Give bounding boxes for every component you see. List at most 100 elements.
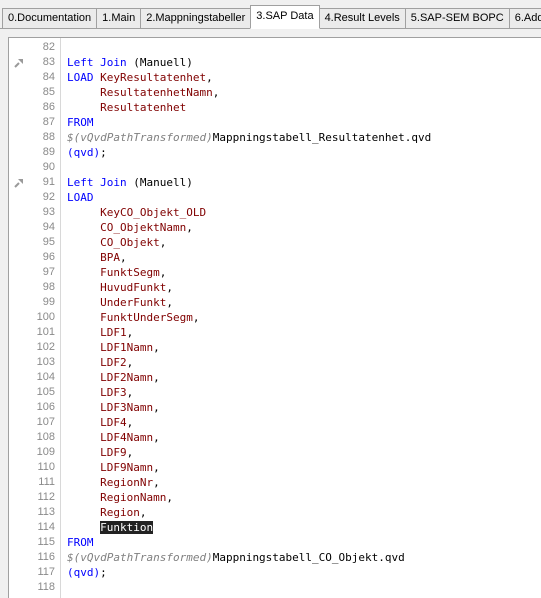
field-name-token: UnderFunkt [100,296,167,309]
code-text: LDF2, [67,355,133,370]
code-line[interactable]: 118 [9,580,541,595]
field-name-token: LDF4 [100,416,127,429]
bookmark-icon[interactable] [13,177,25,189]
code-line[interactable]: 108 LDF4Namn, [9,430,541,445]
code-line[interactable]: 98 HuvudFunkt, [9,280,541,295]
code-token: , [126,356,134,369]
code-line[interactable]: 88 $(vQvdPathTransformed)Mappningstabell_… [9,130,541,145]
code-line[interactable]: 99 UnderFunkt, [9,295,541,310]
code-line[interactable]: 89 (qvd); [9,145,541,160]
tab-5-sap-sem-bopc[interactable]: 5.SAP-SEM BOPC [404,8,510,29]
code-line[interactable]: 97 FunktSegm, [9,265,541,280]
field-name-token: Region [100,506,140,519]
tab-bar: 0.Documentation 1.Main 2.Mappningstabeller… [0,0,541,30]
tab-strip: 0.Documentation 1.Main 2.Mappningstabeller… [2,5,541,29]
field-name-token: KeyCO_Objekt_OLD [100,206,207,219]
code-line[interactable]: 113 Region, [9,505,541,520]
line-number: 104 [36,371,55,383]
keyword-token: FROM [67,116,94,129]
code-text: Left Join (Manuell) [67,55,193,70]
code-text: LOAD KeyResultatenhet, [67,70,213,85]
code-line[interactable]: 94 CO_ObjektNamn, [9,220,541,235]
code-line[interactable]: 112 RegionNamn, [9,490,541,505]
code-line[interactable]: 84 LOAD KeyResultatenhet, [9,70,541,85]
code-line[interactable]: 116 $(vQvdPathTransformed)Mappningstabell… [9,550,541,565]
field-name-token: LDF2Namn [100,371,154,384]
field-name-token: ResultatenhetNamn [100,86,213,99]
line-number: 82 [42,41,55,53]
script-editor[interactable]: 82 83 Left Join (Manuell) 84 LOAD KeyResulta… [8,37,541,598]
line-number: 115 [37,536,55,548]
code-line[interactable]: 101 LDF1, [9,325,541,340]
code-token: , [126,386,134,399]
field-name-token: LDF3Namn [100,401,154,414]
line-number: 87 [42,116,55,128]
code-line[interactable]: 95 CO_Objekt, [9,235,541,250]
tab-3-sap-data[interactable]: 3.SAP Data [250,5,320,29]
code-line[interactable]: 104 LDF2Namn, [9,370,541,385]
tab-6-adder[interactable]: 6.Adder [508,8,541,29]
code-line[interactable]: 105 LDF3, [9,385,541,400]
code-token: (Manuell) [126,176,193,189]
tab-2-mappningstabeller[interactable]: 2.Mappningstabeller [140,8,252,29]
code-token: ; [100,566,107,579]
code-text: Left Join (Manuell) [67,175,193,190]
code-text: LDF4Namn, [67,430,160,445]
code-line[interactable]: 82 [9,40,541,55]
line-number: 113 [37,506,55,518]
field-name-token: FunktSegm [100,266,160,279]
code-line[interactable]: 114 Funktion [9,520,541,535]
code-token: , [120,251,127,264]
bookmark-icon[interactable] [13,57,25,69]
code-text: BPA, [67,250,127,265]
tab-0-documentation[interactable]: 0.Documentation [2,8,98,29]
code-line[interactable]: 96 BPA, [9,250,541,265]
line-number: 97 [42,266,55,278]
code-text: LDF9Namn, [67,460,160,475]
line-number: 109 [36,446,55,458]
code-token: , [126,446,134,459]
code-line[interactable]: 106 LDF3Namn, [9,400,541,415]
code-line[interactable]: 83 Left Join (Manuell) [9,55,541,70]
line-number: 116 [37,551,55,563]
line-number: 112 [37,491,55,503]
code-text: ResultatenhetNamn, [67,85,219,100]
field-name-token: RegionNamn [100,491,167,504]
field-name-token: LDF9Namn [100,461,154,474]
code-token: Mappningstabell_Resultatenhet.qvd [212,131,432,144]
code-line[interactable]: 91 Left Join (Manuell) [9,175,541,190]
code-line[interactable]: 85 ResultatenhetNamn, [9,85,541,100]
code-line[interactable]: 110 LDF9Namn, [9,460,541,475]
code-token: , [159,236,167,249]
code-line[interactable]: 107 LDF4, [9,415,541,430]
tab-1-main[interactable]: 1.Main [96,8,142,29]
code-text: LDF3, [67,385,133,400]
field-name-token: CO_Objekt [100,236,160,249]
code-line[interactable]: 102 LDF1Namn, [9,340,541,355]
code-line[interactable]: 115 FROM [9,535,541,550]
code-text: FROM [67,535,94,550]
code-line[interactable]: 86 Resultatenhet [9,100,541,115]
code-text: HuvudFunkt, [67,280,173,295]
line-number: 93 [42,206,55,218]
code-line[interactable]: 109 LDF9, [9,445,541,460]
code-line[interactable]: 100 FunktUnderSegm, [9,310,541,325]
code-line[interactable]: 117 (qvd); [9,565,541,580]
code-line[interactable]: 111 RegionNr, [9,475,541,490]
code-line[interactable]: 103 LDF2, [9,355,541,370]
code-line[interactable]: 93 KeyCO_Objekt_OLD [9,205,541,220]
tab-4-result-levels[interactable]: 4.Result Levels [318,8,406,29]
code-line[interactable]: 92 LOAD [9,190,541,205]
code-token: , [166,491,173,504]
line-number: 89 [42,146,55,158]
code-text: LDF1, [67,325,133,340]
code-line[interactable]: 90 [9,160,541,175]
field-name-token: LDF1Namn [100,341,154,354]
line-number: 117 [37,566,55,578]
code-line[interactable]: 87 FROM [9,115,541,130]
